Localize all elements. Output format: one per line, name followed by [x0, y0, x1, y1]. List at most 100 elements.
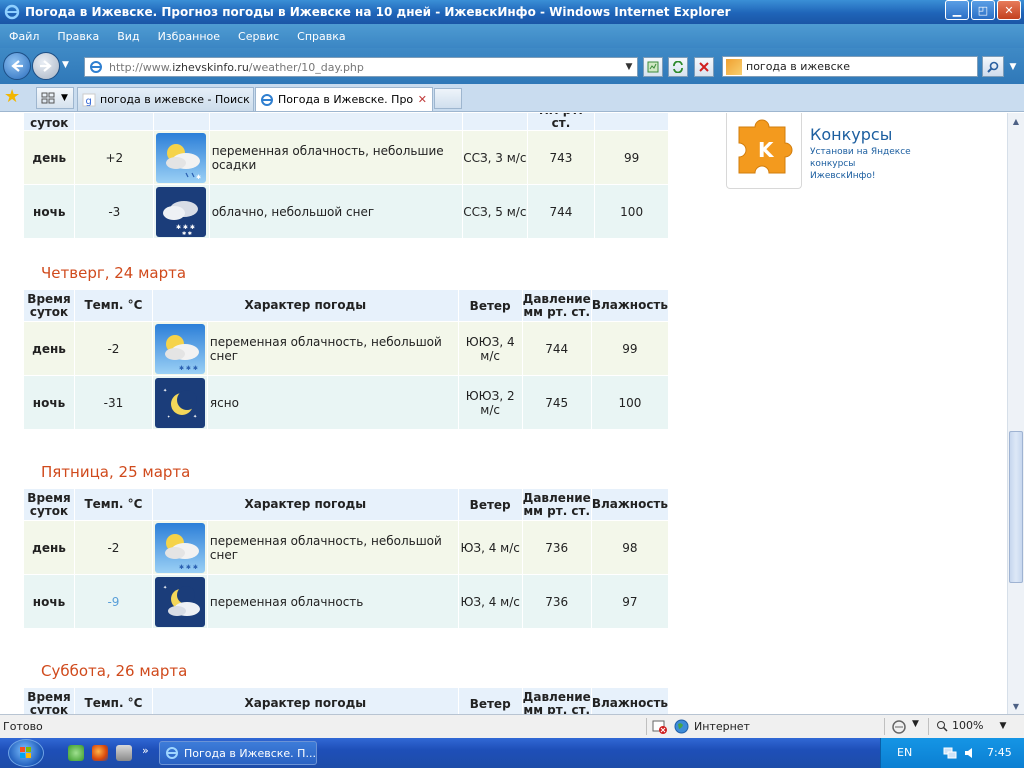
header-humidity: Влажность: [591, 688, 668, 714]
scrollbar-thumb[interactable]: [1009, 431, 1023, 583]
cell-pressure: 743: [527, 131, 595, 184]
favorites-star-icon[interactable]: ★: [4, 88, 20, 106]
menu-tools[interactable]: Сервис: [229, 30, 288, 43]
weather-table-thursday: Время суток Темп. °С Характер погоды Вет…: [23, 289, 669, 430]
scroll-down-arrow-icon[interactable]: ▼: [1008, 698, 1024, 714]
language-indicator[interactable]: EN: [897, 746, 912, 759]
day-title-thursday: Четверг, 24 марта: [41, 264, 187, 282]
cell-humidity: 98: [591, 521, 668, 574]
widget-subtitle[interactable]: Установи на Яндексе конкурсы ИжевскИнфо!: [810, 146, 920, 182]
table-row: ночь -3 ✱ ✱ ✱ ✱ ✱ облачно, небольшой снег…: [24, 185, 668, 238]
network-icon[interactable]: [943, 746, 957, 760]
partly-cloudy-light-snow-icon: ✱ ✱ ✱: [154, 323, 205, 374]
quick-tabs-button[interactable]: ▼: [36, 87, 74, 109]
vertical-scrollbar[interactable]: ▲ ▼: [1007, 113, 1024, 714]
table-row: ночь -31 ✦ ✦ ✦ ясно ЮЮЗ, 2 м/с 745 100: [24, 376, 668, 429]
firefox-icon[interactable]: [92, 745, 108, 761]
cell-wind: ЮЮЗ, 4 м/с: [458, 322, 522, 375]
minimize-button[interactable]: ▁: [945, 0, 969, 20]
puzzle-logo[interactable]: K: [726, 113, 802, 189]
weather-table-saturday: Время суток Темп. °С Характер погоды Вет…: [23, 687, 669, 714]
protected-mode-icon[interactable]: [891, 719, 909, 735]
header-wind: Ветер: [458, 688, 522, 714]
weather-table-partial: суток мм рт. ст. день +2 ✱ переменная об…: [23, 113, 669, 239]
header-description: Характер погоды: [152, 489, 458, 520]
cell-pressure: 744: [527, 185, 595, 238]
search-options-dropdown[interactable]: ▼: [1006, 56, 1020, 77]
stop-button[interactable]: [694, 57, 714, 77]
header-description: Характер погоды: [152, 290, 458, 321]
menu-edit[interactable]: Правка: [48, 30, 108, 43]
svg-text:g: g: [86, 96, 92, 107]
cell-time-of-day: день: [24, 131, 75, 184]
weather-table-friday: Время суток Темп. °С Характер погоды Вет…: [23, 488, 669, 629]
volume-icon[interactable]: [963, 746, 977, 760]
menu-favorites[interactable]: Избранное: [149, 30, 229, 43]
widget-title[interactable]: Конкурсы: [810, 125, 892, 144]
cell-wind: ЮЗ, 4 м/с: [458, 521, 522, 574]
header-time: Время суток: [24, 489, 74, 520]
refresh-button[interactable]: [668, 57, 688, 77]
cell-pressure: 745: [522, 376, 591, 429]
popup-blocked-icon[interactable]: [652, 719, 668, 735]
tab-label: погода в ижевске - Поиск в...: [100, 93, 253, 106]
close-button[interactable]: ✕: [997, 0, 1021, 20]
security-zone-label[interactable]: Интернет: [694, 720, 750, 733]
tab-weather-izhevsk[interactable]: Погода в Ижевске. Прог... ✕: [255, 87, 433, 111]
windows-logo-icon: [20, 747, 31, 758]
header-humidity: Влажность: [591, 290, 668, 321]
cell-wind: ССЗ, 3 м/с: [463, 131, 527, 184]
address-dropdown-icon[interactable]: ▼: [621, 62, 637, 72]
zoom-control[interactable]: 100% ▼: [936, 719, 1006, 732]
contests-widget[interactable]: K Конкурсы Установи на Яндексе конкурсы …: [726, 113, 914, 189]
scroll-up-arrow-icon[interactable]: ▲: [1008, 113, 1024, 129]
url-text[interactable]: http://www.izhevskinfo.ru/weather/10_day…: [109, 61, 621, 74]
tab-yandex-search[interactable]: g погода в ижевске - Поиск в...: [77, 87, 254, 111]
cell-time-of-day: ночь: [24, 185, 75, 238]
table-row: ночь -9 ✦ переменная облачность ЮЗ, 4 м/…: [24, 575, 668, 628]
cell-wind: ССЗ, 5 м/с: [463, 185, 527, 238]
tab-bar: ★ ▼ g погода в ижевске - Поиск в... Пого…: [0, 84, 1024, 112]
protected-mode-dropdown-icon[interactable]: ▼: [912, 719, 919, 729]
forward-button[interactable]: [32, 52, 60, 80]
quicklaunch-chat-icon[interactable]: [68, 745, 84, 761]
header-wind: Ветер: [458, 290, 522, 321]
clock[interactable]: 7:45: [987, 746, 1012, 759]
address-bar[interactable]: http://www.izhevskinfo.ru/weather/10_day…: [84, 57, 638, 77]
header-pressure-partial: мм рт. ст.: [527, 113, 595, 130]
search-button[interactable]: [982, 56, 1004, 77]
quicklaunch-tools-icon[interactable]: [116, 745, 132, 761]
day-title-friday: Пятница, 25 марта: [41, 463, 191, 481]
start-button[interactable]: [8, 739, 44, 767]
zoom-level[interactable]: 100%: [952, 719, 983, 732]
tab-label: Погода в Ижевске. Прог...: [278, 93, 413, 106]
quicklaunch-more-icon[interactable]: »: [142, 744, 149, 757]
cell-humidity: 99: [595, 131, 668, 184]
recent-pages-dropdown[interactable]: ▼: [62, 60, 69, 70]
cell-humidity: 100: [591, 376, 668, 429]
cell-pressure: 744: [522, 322, 591, 375]
search-input[interactable]: погода в ижевске: [722, 56, 978, 77]
header-pressure: Давление мм рт. ст.: [522, 688, 591, 714]
compatibility-button[interactable]: [643, 57, 663, 77]
menu-view[interactable]: Вид: [108, 30, 148, 43]
page-content: суток мм рт. ст. день +2 ✱ переменная об…: [0, 113, 1007, 714]
back-button[interactable]: [3, 52, 31, 80]
header-time: Время суток: [24, 290, 74, 321]
tab-close-icon[interactable]: ✕: [418, 93, 427, 106]
day-title-saturday: Суббота, 26 марта: [41, 662, 188, 680]
search-provider-icon: [726, 58, 742, 75]
arrow-left-icon: [11, 60, 23, 72]
globe-icon: [674, 719, 689, 734]
header-humidity: Влажность: [591, 489, 668, 520]
menu-help[interactable]: Справка: [288, 30, 354, 43]
quick-tabs-dropdown-icon[interactable]: ▼: [61, 93, 68, 103]
search-text[interactable]: погода в ижевске: [746, 60, 850, 73]
new-tab-button[interactable]: [434, 88, 462, 109]
maximize-button[interactable]: ◰: [971, 0, 995, 20]
zoom-dropdown-icon[interactable]: ▼: [999, 721, 1006, 731]
menu-file[interactable]: Файл: [0, 30, 48, 43]
cell-temperature: -3: [75, 185, 154, 238]
taskbar-ie-window[interactable]: Погода в Ижевске. П...: [159, 741, 317, 765]
menu-bar: Файл Правка Вид Избранное Сервис Справка: [0, 24, 1024, 48]
